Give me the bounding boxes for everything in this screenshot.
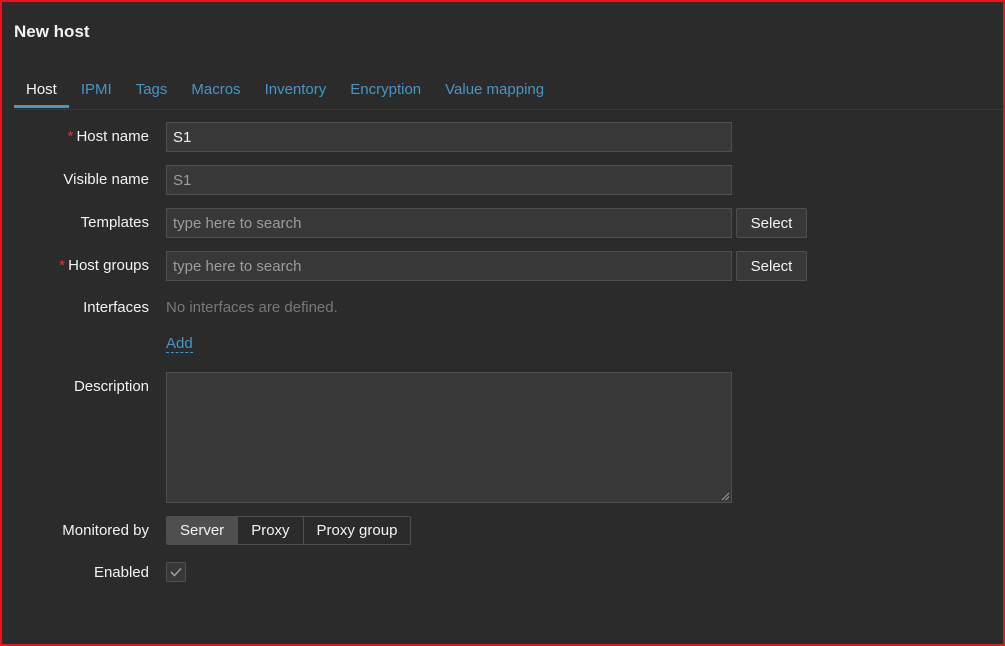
host-name-input[interactable]: [166, 122, 732, 152]
tab-encryption[interactable]: Encryption: [338, 80, 433, 108]
tab-host[interactable]: Host: [14, 80, 69, 108]
tab-inventory[interactable]: Inventory: [253, 80, 339, 108]
visible-name-label: Visible name: [63, 171, 149, 188]
host-name-label-text: Host name: [76, 128, 149, 145]
host-groups-search-input[interactable]: [166, 251, 732, 281]
checkmark-icon: [170, 567, 182, 577]
description-label: Description: [73, 378, 149, 395]
description-textarea[interactable]: [166, 372, 732, 503]
monitored-by-label: Monitored by: [62, 522, 149, 539]
monitored-by-proxy-option[interactable]: Proxy: [237, 517, 303, 544]
monitored-by-server-option[interactable]: Server: [167, 517, 238, 544]
tab-ipmi[interactable]: IPMI: [69, 80, 124, 108]
add-interface-link[interactable]: Add: [166, 336, 193, 353]
required-marker: *: [59, 257, 66, 274]
templates-search-input[interactable]: [166, 208, 732, 238]
visible-name-input[interactable]: [166, 165, 732, 195]
tab-tags[interactable]: Tags: [124, 80, 180, 108]
page-title: New host: [14, 22, 90, 41]
templates-select-button[interactable]: Select: [736, 208, 807, 238]
tab-bar: Host IPMI Tags Macros Inventory Encrypti…: [14, 80, 1003, 110]
no-interfaces-text: No interfaces are defined.: [166, 299, 338, 316]
enabled-label: Enabled: [93, 564, 149, 581]
host-groups-select-button[interactable]: Select: [736, 251, 807, 281]
tab-value-mapping[interactable]: Value mapping: [433, 80, 556, 108]
templates-label: Templates: [80, 214, 149, 231]
host-name-label: * Host name: [68, 128, 149, 145]
enabled-checkbox[interactable]: [166, 562, 186, 582]
host-form-window: New host Host IPMI Tags Macros Inventory…: [0, 0, 1005, 646]
tab-macros[interactable]: Macros: [179, 80, 252, 108]
required-marker: *: [67, 128, 74, 145]
interfaces-label: Interfaces: [83, 299, 149, 316]
host-groups-label-text: Host groups: [68, 257, 149, 274]
host-groups-label: * Host groups: [59, 257, 149, 274]
monitored-by-proxy-group-option[interactable]: Proxy group: [302, 517, 411, 544]
monitored-by-toggle: Server Proxy Proxy group: [166, 516, 412, 545]
resize-handle-icon[interactable]: [721, 492, 730, 501]
